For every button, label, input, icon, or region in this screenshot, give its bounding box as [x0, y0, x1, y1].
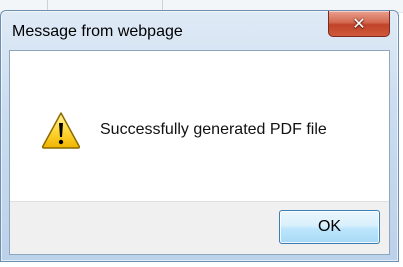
dialog-title: Message from webpage	[12, 23, 183, 40]
dialog-message: Successfully generated PDF file	[100, 121, 327, 138]
ok-button[interactable]: OK	[279, 210, 380, 244]
message-dialog: Message from webpage ✕ Successfully gene…	[0, 10, 399, 262]
warning-icon	[41, 112, 81, 149]
dialog-client-area: Successfully generated PDF file OK	[9, 50, 390, 255]
screen: Message from webpage ✕ Successfully gene…	[0, 0, 403, 267]
message-area: Successfully generated PDF file	[10, 51, 389, 201]
close-button[interactable]: ✕	[328, 11, 390, 37]
close-icon: ✕	[352, 13, 366, 33]
button-area: OK	[10, 201, 389, 254]
dialog-titlebar[interactable]: Message from webpage ✕	[1, 11, 398, 51]
